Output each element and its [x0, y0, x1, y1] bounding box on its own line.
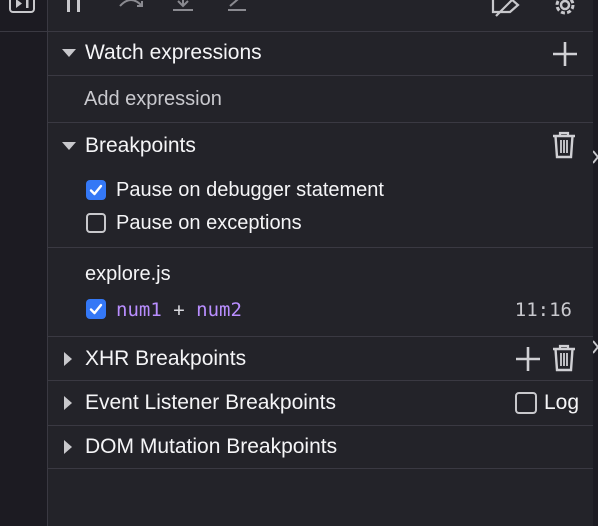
dom-mutation-breakpoints-header[interactable]: DOM Mutation Breakpoints [48, 426, 593, 469]
breakpoints-header[interactable]: Breakpoints [48, 123, 593, 168]
breakpoint-expression[interactable]: num1 + num2 [116, 299, 242, 321]
step-in-icon[interactable] [170, 0, 196, 18]
debugger-toolbar [48, 0, 593, 32]
collapsed-triangle-icon[interactable] [64, 396, 72, 410]
pause-icon[interactable] [62, 0, 86, 16]
breakpoint-options: Pause on debugger statement Pause on exc… [48, 168, 593, 248]
collapse-arrow-icon[interactable] [593, 150, 598, 164]
add-xhr-breakpoint-icon[interactable] [515, 346, 541, 372]
left-toolbar-area [0, 0, 47, 32]
event-listener-breakpoints-title: Event Listener Breakpoints [85, 391, 336, 414]
collapse-arrow-icon[interactable] [593, 340, 598, 354]
breakpoint-file-name[interactable]: explore.js [85, 263, 171, 286]
breakpoint-entry-checkbox[interactable] [86, 299, 106, 319]
pause-on-exceptions-label: Pause on exceptions [116, 212, 302, 234]
remove-xhr-breakpoints-icon[interactable] [552, 344, 576, 372]
add-expression-input[interactable]: Add expression [84, 88, 222, 111]
dom-mutation-breakpoints-title: DOM Mutation Breakpoints [85, 435, 338, 458]
add-watch-expression-icon[interactable] [552, 41, 578, 67]
collapsed-triangle-icon[interactable] [64, 351, 72, 366]
deactivate-breakpoints-icon[interactable] [490, 0, 522, 20]
pause-on-debugger-label: Pause on debugger statement [116, 179, 384, 201]
step-out-icon[interactable] [224, 0, 252, 18]
expand-triangle-icon[interactable] [62, 49, 76, 57]
pause-on-debugger-checkbox[interactable] [86, 180, 106, 200]
checkmark-icon [89, 303, 103, 315]
collapsed-triangle-icon[interactable] [64, 440, 72, 454]
watch-expressions-header[interactable]: Watch expressions [48, 31, 593, 76]
breakpoint-location: 11:16 [514, 299, 572, 321]
log-events-checkbox[interactable] [515, 392, 537, 414]
settings-gear-icon[interactable] [550, 0, 580, 20]
event-listener-breakpoints-header[interactable]: Event Listener Breakpoints Log [48, 381, 593, 426]
remove-all-breakpoints-icon[interactable] [552, 131, 576, 159]
toggle-sidebar-icon[interactable] [7, 0, 37, 14]
breakpoint-operator: + [173, 299, 185, 321]
xhr-breakpoints-title: XHR Breakpoints [85, 346, 247, 370]
watch-expressions-title: Watch expressions [85, 41, 262, 64]
xhr-breakpoints-header[interactable]: XHR Breakpoints [48, 337, 593, 381]
breakpoints-title: Breakpoints [85, 133, 196, 157]
left-sidebar-strip [0, 0, 48, 526]
breakpoint-var-2: num2 [196, 299, 242, 321]
add-expression-row: Add expression [48, 76, 593, 123]
step-over-icon[interactable] [116, 0, 146, 16]
right-edge [593, 0, 598, 526]
breakpoint-file-group: explore.js num1 + num2 11:16 [48, 248, 593, 337]
log-events-label: Log [544, 391, 580, 414]
expand-triangle-icon[interactable] [62, 141, 76, 150]
pause-on-exceptions-checkbox[interactable] [86, 213, 106, 233]
checkmark-icon [89, 184, 103, 196]
breakpoint-var-1: num1 [116, 299, 162, 321]
